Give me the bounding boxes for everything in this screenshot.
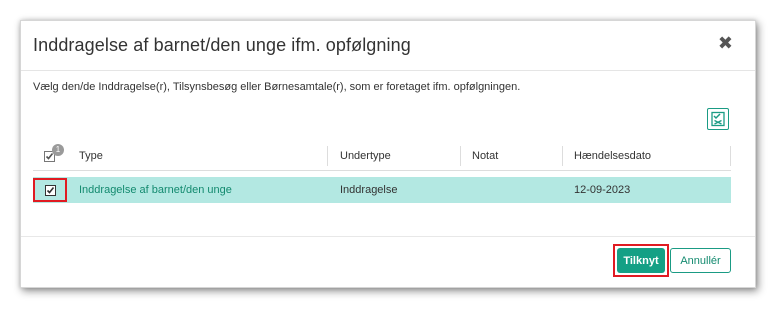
row-checkbox[interactable] (45, 185, 56, 196)
check-icon (46, 187, 55, 194)
column-header-undertype[interactable]: Undertype (340, 142, 391, 170)
dialog-header: Inddragelse af barnet/den unge ifm. opfø… (21, 21, 755, 71)
cancel-button[interactable]: Annullér (670, 248, 731, 273)
close-icon[interactable]: ✖ (718, 33, 733, 54)
row-date: 12-09-2023 (574, 184, 631, 196)
column-divider (562, 146, 563, 166)
dialog-title: Inddragelse af barnet/den unge ifm. opfø… (33, 35, 411, 55)
footer-divider (21, 236, 755, 237)
row-undertype: Inddragelse (340, 184, 398, 196)
selected-count-badge: 1 (52, 144, 64, 156)
checklist-icon (711, 111, 725, 127)
column-header-type[interactable]: Type (79, 142, 103, 170)
table-header: 1 Type Undertype Notat Hændelsesdato (33, 142, 731, 171)
select-all-button[interactable] (707, 108, 729, 130)
link-involvement-dialog: Inddragelse af barnet/den unge ifm. opfø… (20, 20, 756, 288)
column-divider (327, 146, 328, 166)
column-header-date[interactable]: Hændelsesdato (574, 142, 651, 170)
instruction-text: Vælg den/de Inddragelse(r), Tilsynsbesøg… (33, 81, 521, 93)
column-divider (460, 146, 461, 166)
tilknyt-button[interactable]: Tilknyt (617, 248, 665, 273)
row-type-link[interactable]: Inddragelse af barnet/den unge (79, 177, 232, 203)
column-header-notat[interactable]: Notat (472, 142, 498, 170)
column-divider (730, 146, 731, 166)
